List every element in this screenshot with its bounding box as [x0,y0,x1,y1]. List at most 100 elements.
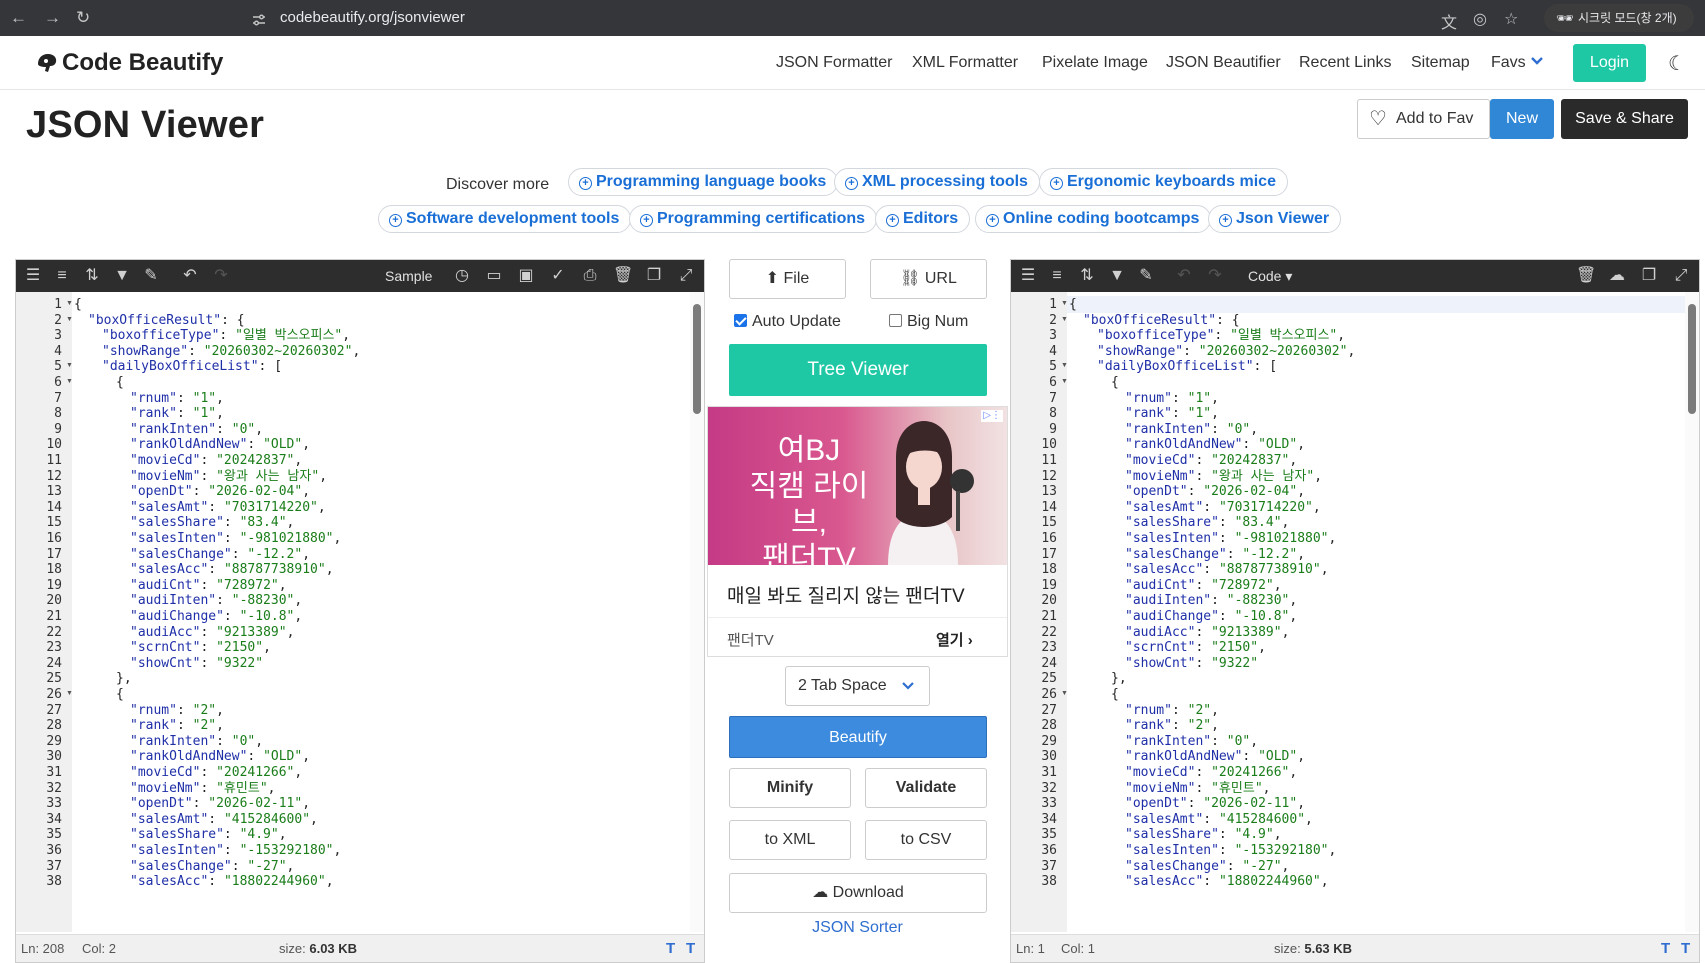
format-icon[interactable]: ☰ [1019,267,1037,285]
discover-chip[interactable]: + Ergonomic keyboards mice [1039,168,1288,196]
checkbox-checked[interactable] [734,314,747,327]
advertisement[interactable]: 여BJ 직캠 라이브, 팬더TV ▷⋮ 매일 봐도 질리지 않는 팬더TV 팬더TV… [707,406,1008,657]
minify-button[interactable]: Minify [729,768,851,808]
discover-chip[interactable]: + Software development tools [378,205,632,233]
code-line: { [1111,375,1119,390]
sort-icon[interactable]: ⇅ [83,267,101,285]
copy-icon[interactable]: ❐ [1640,267,1658,285]
logo[interactable]: Code Beautify [34,46,223,80]
text-size-large-icon[interactable]: T [686,935,695,962]
nav-xml-formatter[interactable]: XML Formatter [912,36,1018,90]
trash-icon[interactable]: 🗑 [1576,267,1596,285]
file-button[interactable]: ⬆ File [729,259,846,299]
incognito-badge[interactable]: 🕶 시크릿 모드(창 2개) [1544,4,1694,32]
back-icon[interactable]: ← [10,9,27,27]
redo-icon[interactable]: ↷ [212,267,230,285]
json-sorter-link[interactable]: JSON Sorter [717,919,998,937]
ad-choices-icon[interactable]: ▷⋮ [981,410,1003,422]
nav-json-beautifier[interactable]: JSON Beautifier [1166,36,1281,90]
cloud-download-icon[interactable]: ☁ [1608,267,1626,285]
code-area[interactable]: {"boxOfficeResult": {"boxofficeType": "일… [72,292,690,932]
input-editor[interactable]: ☰ ≡ ⇅ ▼ ✎ ↶ ↷ Sample ◷ ▭ ▣ ✓ ⎙ 🗑 ❐ ⤢ 1 ▼ 2… [15,259,705,963]
indent-select[interactable]: 2 Tab Space [785,666,930,706]
to-csv-button[interactable]: to CSV [865,820,987,860]
compact-icon[interactable]: ≡ [1048,267,1066,285]
undo-icon[interactable]: ↶ [181,267,199,285]
sample-button[interactable]: Sample [385,268,432,284]
nav-json-formatter[interactable]: JSON Formatter [776,36,892,90]
vertical-scrollbar[interactable] [1685,292,1699,932]
repair-wrench-icon[interactable]: ✎ [1137,267,1155,285]
fullscreen-icon[interactable]: ⤢ [1672,267,1690,285]
discover-chip[interactable]: + Json Viewer [1208,205,1342,233]
mode-select[interactable]: Code ▾ [1248,268,1292,285]
scrollbar-thumb[interactable] [1688,304,1696,414]
code-line: "salesShare": "83.4", [130,515,295,531]
discover-chip[interactable]: + XML processing tools [834,168,1040,196]
compact-icon[interactable]: ≡ [53,267,71,285]
undo-icon[interactable]: ↶ [1175,267,1193,285]
address-bar[interactable]: codebeautify.org/jsonviewer [128,3,1428,33]
big-num-checkbox[interactable]: Big Num [889,313,968,331]
logo-face-icon [38,54,57,72]
eye-off-icon[interactable]: ◎ [1473,9,1487,29]
filter-icon[interactable]: ▼ [1108,267,1126,285]
reload-icon[interactable]: ↻ [76,9,90,27]
line-number: 27 [46,702,62,718]
checkbox-unchecked[interactable] [889,314,902,327]
history-icon[interactable]: ◷ [453,267,471,285]
auto-update-checkbox[interactable]: Auto Update [734,313,841,331]
translate-icon[interactable]: 文 [1441,9,1457,33]
scrollbar-thumb[interactable] [693,304,701,414]
code-area[interactable]: {"boxOfficeResult": {"boxofficeType": "일… [1067,292,1685,932]
code-line: "dailyBoxOfficeList": [ [102,359,283,375]
line-number: 34 [46,811,62,827]
discover-chip[interactable]: + Programming certifications [629,205,878,233]
text-size-large-icon[interactable]: T [1681,935,1690,962]
forward-icon[interactable]: → [44,9,61,27]
add-to-fav-button[interactable]: ♡ Add to Fav [1357,99,1490,139]
chevron-right-icon: › [967,632,973,649]
validate-button[interactable]: Validate [865,768,987,808]
discover-chip[interactable]: + Programming language books [568,168,839,196]
site-settings-icon[interactable] [252,13,266,27]
redo-icon[interactable]: ↷ [1206,267,1224,285]
save-share-button[interactable]: Save & Share [1561,99,1688,139]
ad-open-link[interactable]: 열기 › [936,629,973,650]
text-size-small-icon[interactable]: T [666,935,675,962]
chevron-down-icon[interactable] [1530,56,1544,66]
copy-icon[interactable]: ❐ [645,267,663,285]
new-button[interactable]: New [1490,99,1554,139]
nav-recent-links[interactable]: Recent Links [1299,36,1392,90]
repair-wrench-icon[interactable]: ✎ [142,267,160,285]
discover-chip[interactable]: + Online coding bootcamps [975,205,1212,233]
bookmark-star-icon[interactable]: ☆ [1504,9,1518,29]
check-icon[interactable]: ✓ [549,267,567,285]
print-icon[interactable]: ⎙ [581,267,599,285]
output-editor[interactable]: ☰ ≡ ⇅ ▼ ✎ ↶ ↷ Code ▾ 🗑 ☁ ❐ ⤢ 1 ▼ 2 ▼ 3 4 5 ▼ 6 ▼ 7… [1010,259,1700,963]
line-number: 15 [1041,515,1057,531]
nav-pixelate-image[interactable]: Pixelate Image [1042,36,1148,90]
url-button[interactable]: ⛓ URL [870,259,987,299]
sort-icon[interactable]: ⇅ [1078,267,1096,285]
nav-favs[interactable]: Favs [1491,36,1526,90]
format-icon[interactable]: ☰ [24,267,42,285]
code-line: "movieCd": "20241266", [130,765,303,780]
tree-viewer-button[interactable]: Tree Viewer [729,344,987,396]
nav-sitemap[interactable]: Sitemap [1411,36,1470,90]
login-button[interactable]: Login [1573,44,1646,82]
save-icon[interactable]: ▣ [517,267,535,285]
filter-icon[interactable]: ▼ [113,267,131,285]
to-xml-button[interactable]: to XML [729,820,851,860]
fullscreen-icon[interactable]: ⤢ [677,267,695,285]
download-button[interactable]: ☁ Download [729,873,987,913]
ad-image[interactable]: 여BJ 직캠 라이브, 팬더TV ▷⋮ [708,407,1007,575]
dark-mode-icon[interactable]: ☾ [1668,51,1686,76]
code-line: "salesInten": "-981021880", [130,531,342,546]
text-size-small-icon[interactable]: T [1661,935,1670,962]
discover-chip[interactable]: + Editors [875,205,971,233]
beautify-button[interactable]: Beautify [729,716,987,758]
folder-icon[interactable]: ▭ [485,267,503,285]
trash-icon[interactable]: 🗑 [613,267,633,285]
vertical-scrollbar[interactable] [690,292,704,932]
